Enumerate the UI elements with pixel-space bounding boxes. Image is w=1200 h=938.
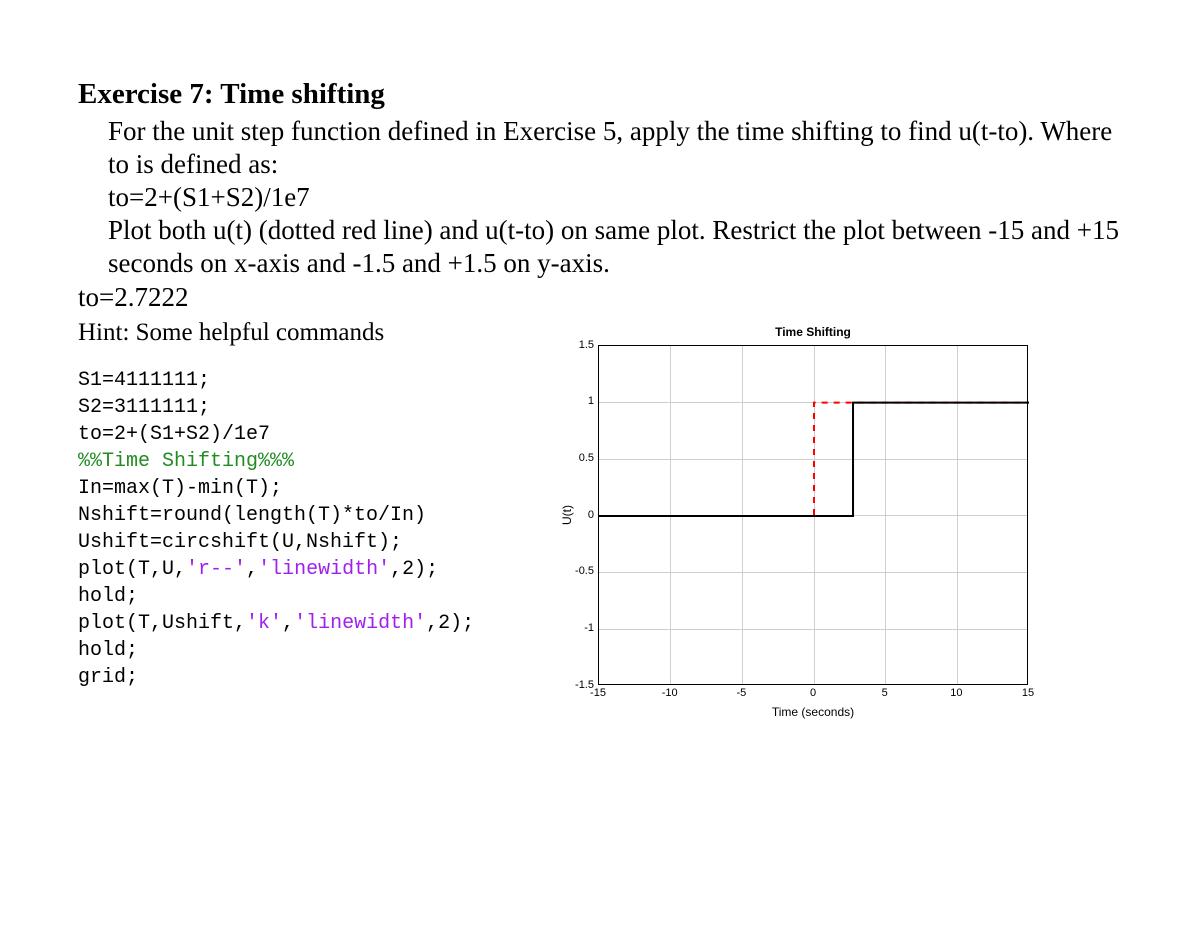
ytick-label: 1 (588, 395, 594, 407)
ytick-label: 0 (588, 509, 594, 521)
ytick-label: -1 (584, 622, 594, 634)
code-line: S1=4111111; (78, 367, 518, 394)
ytick-label: 1.5 (579, 339, 594, 351)
xtick-label: -15 (590, 687, 606, 699)
body-para-2: Plot both u(t) (dotted red line) and u(t… (108, 214, 1128, 280)
code-line: hold; (78, 583, 518, 610)
plot-svg (599, 346, 1027, 684)
code-line: hold; (78, 637, 518, 664)
code-line: plot(T,U,'r--','linewidth',2); (78, 556, 518, 583)
code-line: Nshift=round(length(T)*to/In) (78, 502, 518, 529)
chart-title: Time Shifting (598, 325, 1028, 339)
xtick-label: -5 (736, 687, 746, 699)
xtick-label: 10 (950, 687, 962, 699)
code-line-comment: %%Time Shifting%%% (78, 448, 518, 475)
to-value: to=2.7222 (78, 282, 1128, 313)
code-line: In=max(T)-min(T); (78, 475, 518, 502)
code-block: S1=4111111; S2=3111111; to=2+(S1+S2)/1e7… (78, 367, 518, 725)
code-line: S2=3111111; (78, 394, 518, 421)
body-eq: to=2+(S1+S2)/1e7 (108, 181, 1128, 214)
xtick-label: 0 (810, 687, 816, 699)
ytick-label: 0.5 (579, 452, 594, 464)
lower-section: S1=4111111; S2=3111111; to=2+(S1+S2)/1e7… (78, 367, 1128, 725)
body-para-1: For the unit step function defined in Ex… (108, 115, 1128, 181)
xtick-label: 5 (882, 687, 888, 699)
code-line: Ushift=circshift(U,Nshift); (78, 529, 518, 556)
chart-xlabel: Time (seconds) (598, 705, 1028, 719)
exercise-heading: Exercise 7: Time shifting (78, 78, 1128, 111)
ytick-label: -0.5 (575, 565, 594, 577)
time-shifting-chart: Time Shifting Time (seconds) U(t) -1.5-1… (542, 325, 1032, 725)
series-u(t) (599, 402, 1029, 515)
exercise-body: For the unit step function defined in Ex… (108, 115, 1128, 280)
plot-area (598, 345, 1028, 685)
chart-ylabel: U(t) (560, 345, 574, 685)
code-line: grid; (78, 664, 518, 691)
chart-area: Time Shifting Time (seconds) U(t) -1.5-1… (518, 325, 1128, 725)
code-line: plot(T,Ushift,'k','linewidth',2); (78, 610, 518, 637)
code-line: to=2+(S1+S2)/1e7 (78, 421, 518, 448)
xtick-label: -10 (662, 687, 678, 699)
xtick-label: 15 (1022, 687, 1034, 699)
